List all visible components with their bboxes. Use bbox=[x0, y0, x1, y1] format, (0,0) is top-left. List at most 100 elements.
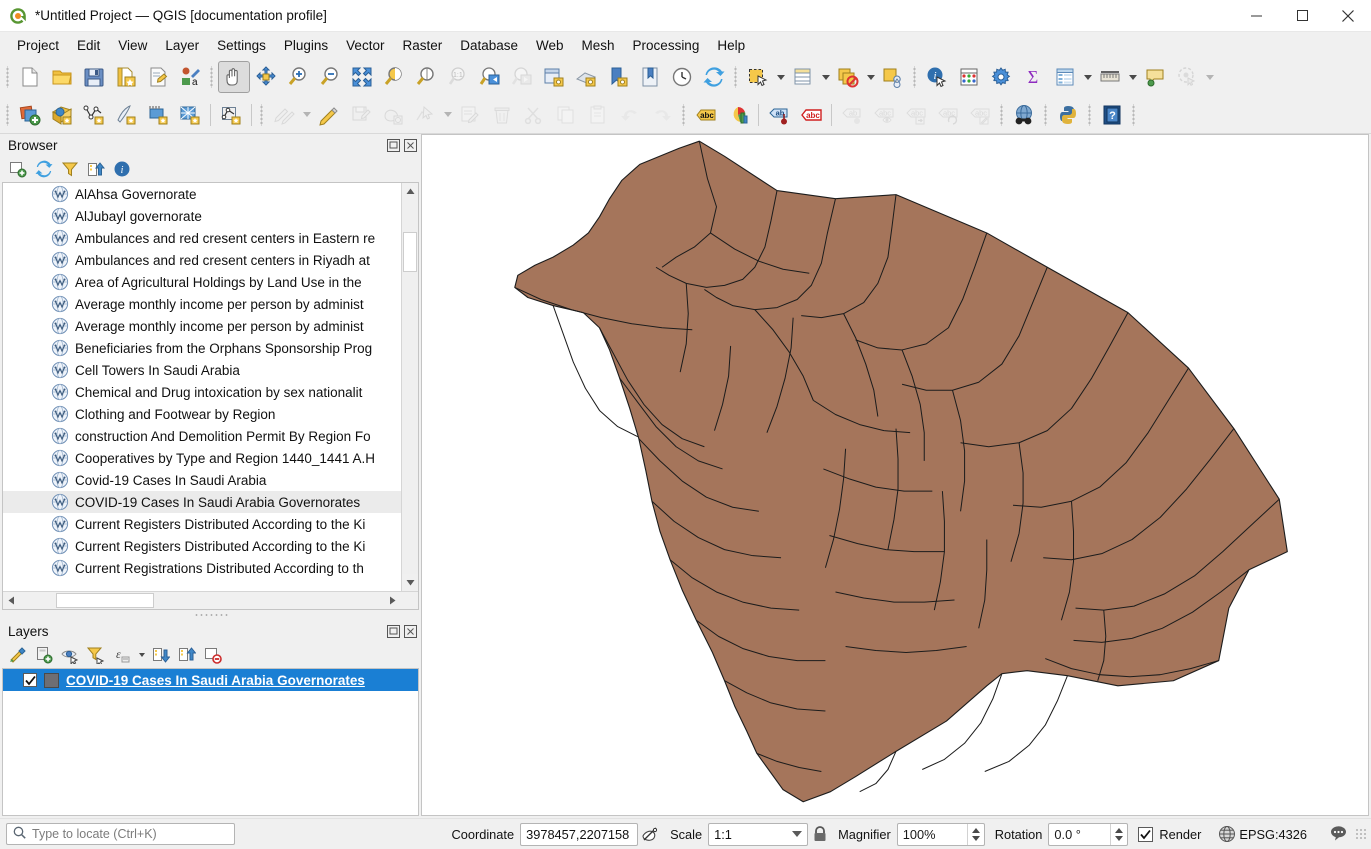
undo-button[interactable] bbox=[614, 99, 646, 131]
cut-features-button[interactable] bbox=[518, 99, 550, 131]
redo-button[interactable] bbox=[646, 99, 678, 131]
add-vector-layer-button[interactable] bbox=[78, 99, 110, 131]
pin-labels-button[interactable]: ab bbox=[763, 99, 795, 131]
layer-diagram-button[interactable] bbox=[722, 99, 754, 131]
browser-vscroll-thumb[interactable] bbox=[403, 232, 417, 272]
browser-item[interactable]: Current Registers Distributed According … bbox=[3, 513, 418, 535]
refresh-button[interactable] bbox=[698, 61, 730, 93]
new-3d-map-view-button[interactable] bbox=[570, 61, 602, 93]
pan-map-button[interactable] bbox=[218, 61, 250, 93]
save-layer-edits-button[interactable] bbox=[345, 99, 377, 131]
new-shapefile-layer-button[interactable] bbox=[215, 99, 247, 131]
map-tips-button[interactable] bbox=[1139, 61, 1171, 93]
browser-scroll-up-arrow[interactable] bbox=[402, 183, 418, 200]
select-by-location-button[interactable] bbox=[877, 61, 909, 93]
browser-close-icon[interactable] bbox=[403, 138, 417, 152]
identify-features-button[interactable]: i bbox=[921, 61, 953, 93]
attribute-table-dropdown[interactable] bbox=[819, 61, 832, 93]
browser-item[interactable]: Ambulances and red cresent centers in Ri… bbox=[3, 249, 418, 271]
browser-item[interactable]: construction And Demolition Permit By Re… bbox=[3, 425, 418, 447]
browser-scroll-left-arrow[interactable] bbox=[3, 592, 20, 609]
move-label-button[interactable]: ab bbox=[836, 99, 868, 131]
filter-browser-button[interactable] bbox=[58, 158, 82, 180]
scale-dropdown-arrow[interactable] bbox=[787, 824, 807, 845]
current-edits-dropdown[interactable] bbox=[300, 99, 313, 131]
manage-layer-visibility-button[interactable] bbox=[58, 644, 82, 666]
menu-edit[interactable]: Edit bbox=[68, 35, 109, 56]
browser-horizontal-scrollbar[interactable] bbox=[3, 591, 418, 609]
crs-label[interactable]: EPSG:4326 bbox=[1239, 827, 1313, 842]
temporal-controller-button[interactable] bbox=[666, 61, 698, 93]
add-mesh-layer-button[interactable] bbox=[142, 99, 174, 131]
open-layer-styling-panel-button[interactable] bbox=[6, 644, 30, 666]
menu-raster[interactable]: Raster bbox=[393, 35, 451, 56]
style-manager-button[interactable]: a bbox=[174, 61, 206, 93]
scale-combobox[interactable]: 1:1 bbox=[708, 823, 808, 846]
browser-item[interactable]: Chemical and Drug intoxication by sex na… bbox=[3, 381, 418, 403]
edit-label-button[interactable]: abc bbox=[964, 99, 996, 131]
toggle-editing-button[interactable] bbox=[313, 99, 345, 131]
show-unplaced-labels-button[interactable] bbox=[1171, 61, 1203, 93]
browser-item[interactable]: Beneficiaries from the Orphans Sponsorsh… bbox=[3, 337, 418, 359]
zoom-to-layer-button[interactable] bbox=[410, 61, 442, 93]
collapse-all-button[interactable] bbox=[84, 158, 108, 180]
show-bookmarks-button[interactable] bbox=[634, 61, 666, 93]
menu-help[interactable]: Help bbox=[708, 35, 754, 56]
browser-item[interactable]: Current Registrations Distributed Accord… bbox=[3, 557, 418, 579]
copy-features-button[interactable] bbox=[550, 99, 582, 131]
toolbar-handle[interactable] bbox=[4, 66, 12, 88]
menu-project[interactable]: Project bbox=[8, 35, 68, 56]
toolbar-handle-2[interactable] bbox=[4, 104, 12, 126]
layers-tree[interactable]: COVID-19 Cases In Saudi Arabia Governora… bbox=[2, 668, 419, 816]
deselect-features-button[interactable] bbox=[832, 61, 864, 93]
remove-layer-button[interactable] bbox=[201, 644, 225, 666]
rotate-label-button[interactable]: abc bbox=[932, 99, 964, 131]
toolbar-handle-3[interactable] bbox=[258, 104, 266, 126]
refresh-browser-button[interactable] bbox=[32, 158, 56, 180]
browser-item[interactable]: AlJubayl governorate bbox=[3, 205, 418, 227]
browser-item[interactable]: Average monthly income per person by adm… bbox=[3, 293, 418, 315]
highlight-labels-button[interactable]: abc bbox=[795, 99, 827, 131]
save-project-button[interactable] bbox=[78, 61, 110, 93]
zoom-last-button[interactable] bbox=[474, 61, 506, 93]
paste-features-button[interactable] bbox=[582, 99, 614, 131]
new-spatial-bookmark-button[interactable] bbox=[602, 61, 634, 93]
python-console-button[interactable] bbox=[1052, 99, 1084, 131]
browser-item[interactable]: Cell Towers In Saudi Arabia bbox=[3, 359, 418, 381]
attribute-table-list-button[interactable] bbox=[1049, 61, 1081, 93]
pan-map-to-selection-button[interactable] bbox=[250, 61, 282, 93]
crs-globe-icon[interactable] bbox=[1215, 822, 1239, 846]
zoom-in-button[interactable] bbox=[282, 61, 314, 93]
change-label-button[interactable]: abc bbox=[900, 99, 932, 131]
browser-item[interactable]: Current Registers Distributed According … bbox=[3, 535, 418, 557]
lock-scale-icon[interactable] bbox=[808, 822, 832, 846]
vertex-tool-dropdown[interactable] bbox=[441, 99, 454, 131]
open-attribute-table-button[interactable] bbox=[787, 61, 819, 93]
menu-settings[interactable]: Settings bbox=[208, 35, 275, 56]
layers-float-icon[interactable] bbox=[386, 624, 400, 638]
new-print-layout-button[interactable] bbox=[142, 61, 174, 93]
browser-item[interactable]: Clothing and Footwear by Region bbox=[3, 403, 418, 425]
processing-toolbox-button[interactable] bbox=[985, 61, 1017, 93]
filter-legend-expression-dropdown[interactable] bbox=[136, 644, 147, 666]
deselect-dropdown[interactable] bbox=[864, 61, 877, 93]
zoom-full-button[interactable] bbox=[346, 61, 378, 93]
vertex-tool-button[interactable] bbox=[409, 99, 441, 131]
browser-float-icon[interactable] bbox=[386, 138, 400, 152]
layer-labeling-button[interactable]: abc bbox=[690, 99, 722, 131]
measure-line-button[interactable] bbox=[1094, 61, 1126, 93]
menu-vector[interactable]: Vector bbox=[337, 35, 393, 56]
browser-hscroll-thumb[interactable] bbox=[56, 593, 154, 608]
expand-all-button[interactable] bbox=[149, 644, 173, 666]
add-layer-button[interactable] bbox=[14, 99, 46, 131]
magnifier-stepper[interactable] bbox=[967, 824, 984, 845]
add-group-button[interactable] bbox=[32, 644, 56, 666]
maximize-button[interactable] bbox=[1279, 0, 1325, 32]
minimize-button[interactable] bbox=[1233, 0, 1279, 32]
zoom-to-selection-button[interactable] bbox=[378, 61, 410, 93]
browser-tree[interactable]: AlAhsa GovernorateAlJubayl governorateAm… bbox=[2, 182, 419, 610]
new-project-button[interactable] bbox=[14, 61, 46, 93]
add-delimited-text-layer-button[interactable] bbox=[110, 99, 142, 131]
browser-item[interactable]: Ambulances and red cresent centers in Ea… bbox=[3, 227, 418, 249]
browser-scroll-down-arrow[interactable] bbox=[402, 574, 418, 591]
